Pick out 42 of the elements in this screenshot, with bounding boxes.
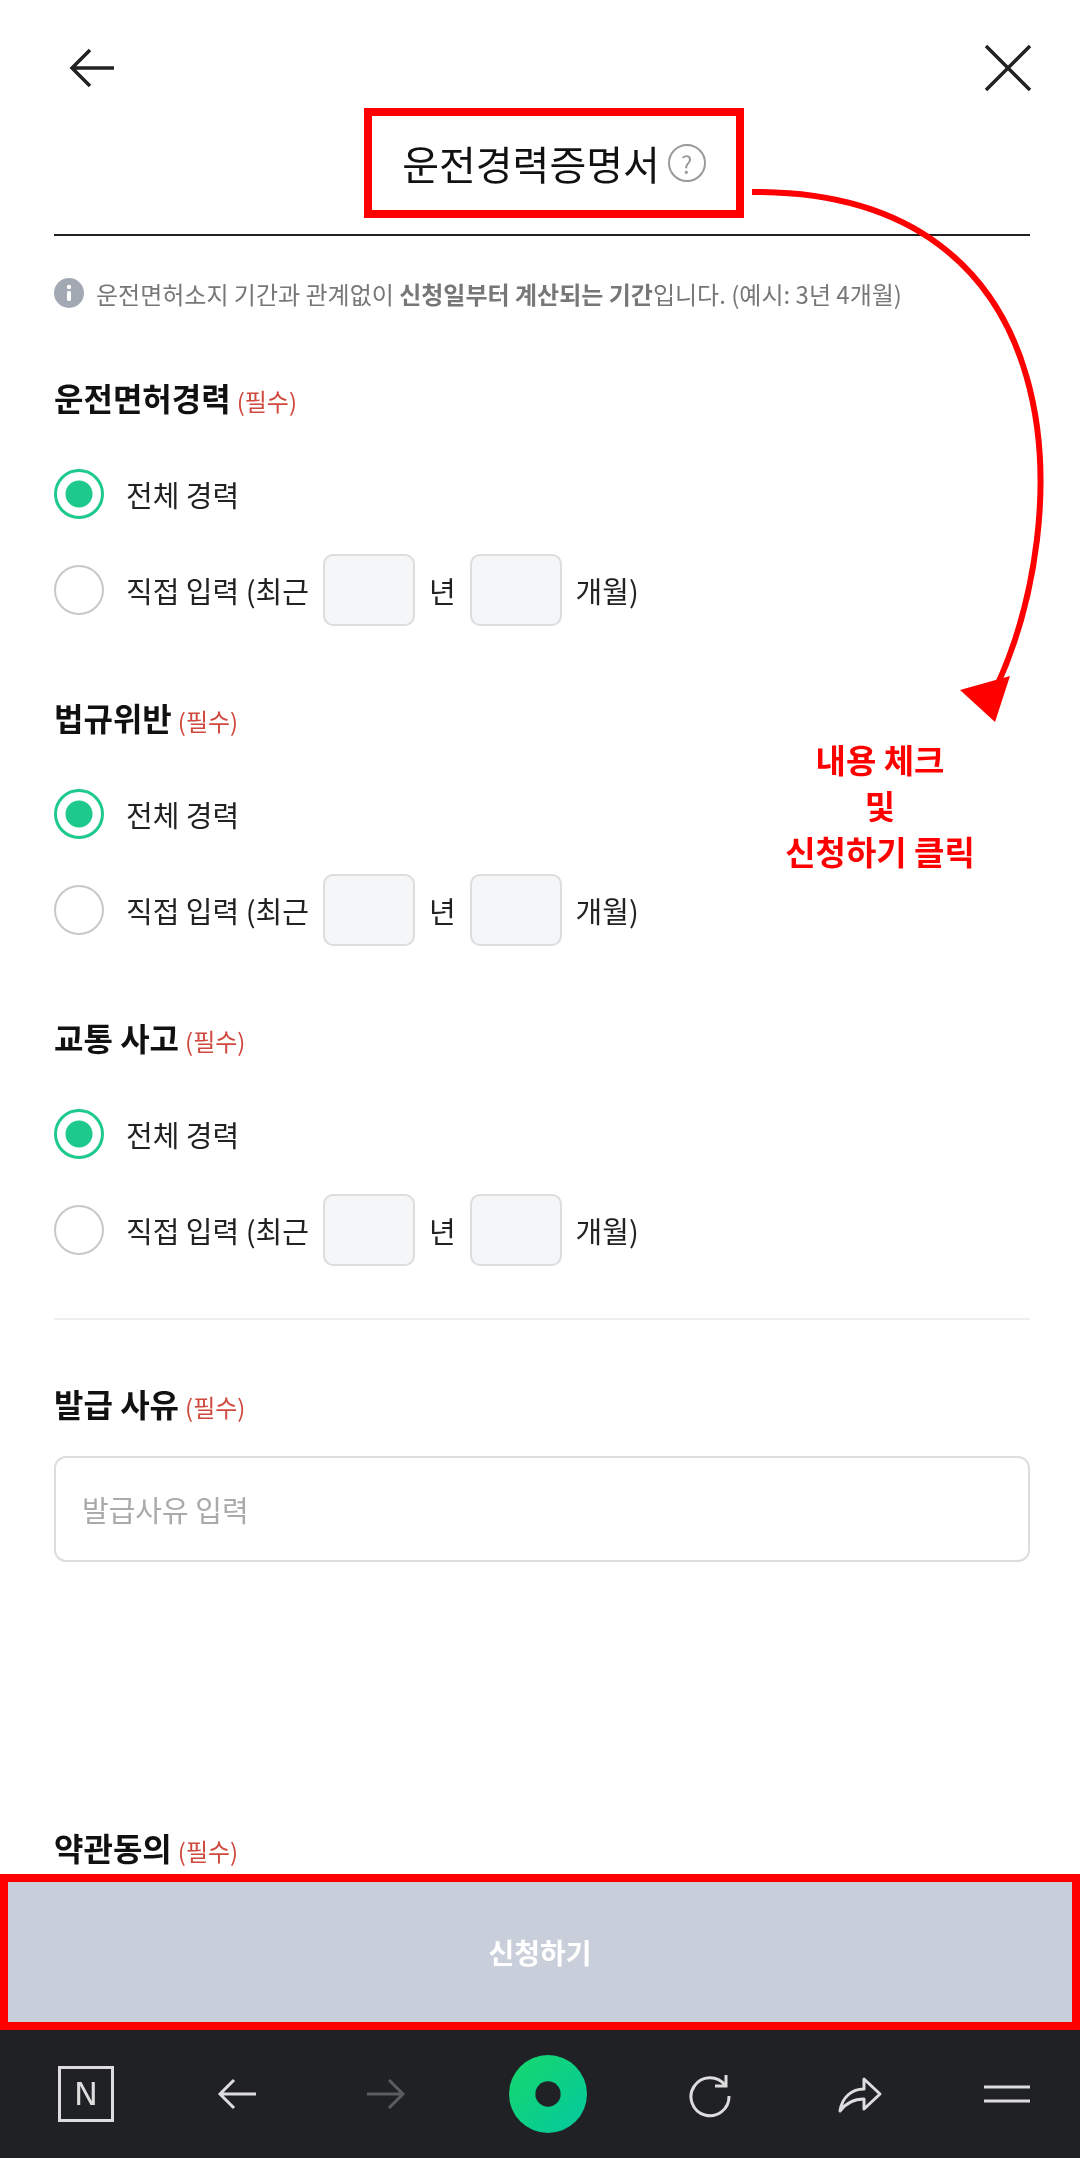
option-label: 전체 경력 — [126, 793, 240, 835]
required-label: (필수) — [185, 1389, 246, 1424]
radio-button[interactable] — [54, 789, 104, 839]
input-field[interactable] — [322, 874, 415, 946]
required-label: (필수) — [185, 1023, 246, 1058]
info-icon — [54, 278, 84, 308]
radio-button[interactable] — [54, 1205, 104, 1255]
option-label: 전체 경력 — [126, 1113, 240, 1155]
unit-label: 개월) — [575, 569, 639, 611]
required-label: (필수) — [177, 1833, 239, 1868]
unit-label: 년 — [428, 569, 456, 611]
option-label: 직접 입력 (최근 — [126, 569, 309, 611]
home-button[interactable]: N — [58, 2066, 114, 2122]
input-field[interactable] — [469, 1194, 562, 1266]
help-icon[interactable]: ? — [667, 144, 706, 182]
reason-input-field[interactable]: 발급사유 입력 — [54, 1456, 1030, 1562]
annotation-text: 내용 체크 및 신청하기 클릭 — [784, 736, 976, 874]
unit-label: 년 — [428, 889, 456, 931]
option-label: 직접 입력 (최근 — [126, 1209, 309, 1251]
unit-label: 개월) — [575, 889, 639, 931]
required-label: (필수) — [236, 383, 298, 418]
info-text: 운전면허소지 기간과 관계없이 신청일부터 계산되는 기간입니다. (예시: 3년 4개월) — [96, 275, 902, 313]
input-field[interactable] — [322, 1194, 415, 1266]
radio-button[interactable] — [54, 565, 104, 615]
unit-label: 년 — [428, 1209, 456, 1251]
radio-button[interactable] — [54, 469, 104, 519]
section-title: 약관동의 — [54, 1824, 172, 1870]
input-field[interactable] — [469, 554, 562, 626]
unit-label: 개월) — [575, 1209, 639, 1251]
section-title: 교통 사고 — [54, 1014, 180, 1060]
section-title: 발급 사유 — [54, 1380, 180, 1426]
option-label: 직접 입력 (최근 — [126, 889, 309, 931]
required-label: (필수) — [177, 703, 239, 738]
section-title: 운전면허경력 — [54, 374, 231, 420]
input-field[interactable] — [322, 554, 415, 626]
option-label: 전체 경력 — [126, 473, 240, 515]
page-title: 운전경력증명서 — [402, 134, 660, 192]
section-title: 법규위반 — [54, 694, 172, 740]
radio-button[interactable] — [54, 885, 104, 935]
radio-button[interactable] — [54, 1109, 104, 1159]
input-field[interactable] — [469, 874, 562, 946]
ring-icon[interactable] — [509, 2055, 587, 2133]
